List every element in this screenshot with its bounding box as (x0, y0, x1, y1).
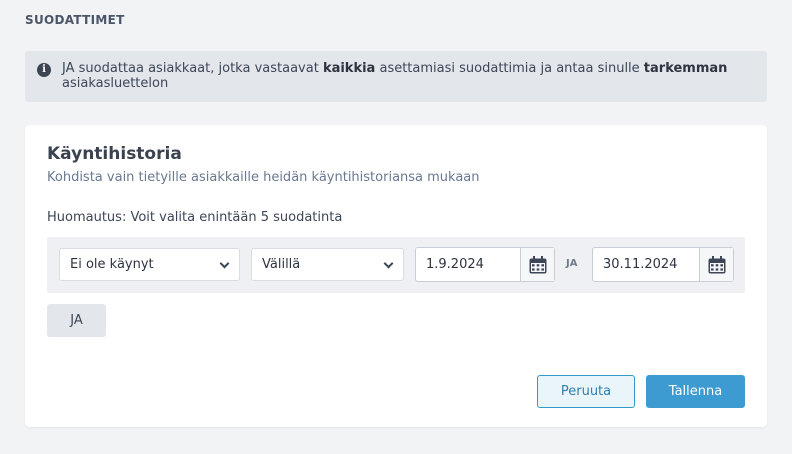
visit-status-value: Ei ole käynyt (70, 257, 154, 272)
info-banner: i JA suodattaa asiakkaat, jotka vastaava… (25, 51, 767, 102)
date-connector-label: JA (566, 258, 578, 269)
save-button[interactable]: Tallenna (646, 375, 745, 408)
date-from-field[interactable]: 1.9.2024 (415, 247, 555, 282)
filter-row: Ei ole käynyt Välillä 1.9.2024 JA 30.11.… (47, 237, 745, 293)
add-and-filter-button[interactable]: JA (47, 304, 106, 337)
range-type-value: Välillä (262, 257, 301, 272)
date-from-input[interactable]: 1.9.2024 (416, 248, 520, 281)
info-bold-tarkemman: tarkemman (643, 61, 728, 76)
info-text-part-1: JA suodattaa asiakkaat, jotka vastaavat (62, 61, 323, 76)
calendar-icon (708, 255, 725, 273)
card-subtitle: Kohdista vain tietyille asiakkaille heid… (47, 170, 480, 185)
date-to-calendar-button[interactable] (699, 248, 733, 281)
visit-status-select[interactable]: Ei ole käynyt (59, 248, 240, 281)
filter-limit-note: Huomautus: Voit valita enintään 5 suodat… (47, 210, 343, 225)
info-circle-icon: i (37, 63, 51, 77)
date-to-input[interactable]: 30.11.2024 (593, 248, 699, 281)
section-title: SUODATTIMET (25, 13, 125, 27)
range-type-select[interactable]: Välillä (251, 248, 404, 281)
card-title: Käyntihistoria (47, 144, 182, 164)
info-text-part-3: asiakasluettelon (62, 76, 169, 91)
info-text-part-2: asettamiasi suodattimia ja antaa sinulle (375, 61, 644, 76)
calendar-icon (529, 255, 546, 273)
date-from-calendar-button[interactable] (520, 248, 554, 281)
chevron-down-icon (219, 258, 230, 269)
chevron-down-icon (383, 258, 394, 269)
cancel-button[interactable]: Peruuta (537, 375, 635, 408)
info-bold-kaikkia: kaikkia (322, 61, 376, 76)
date-to-field[interactable]: 30.11.2024 (592, 247, 734, 282)
filter-card: Käyntihistoria Kohdista vain tietyille a… (25, 125, 767, 427)
page: SUODATTIMET i JA suodattaa asiakkaat, jo… (0, 0, 792, 454)
